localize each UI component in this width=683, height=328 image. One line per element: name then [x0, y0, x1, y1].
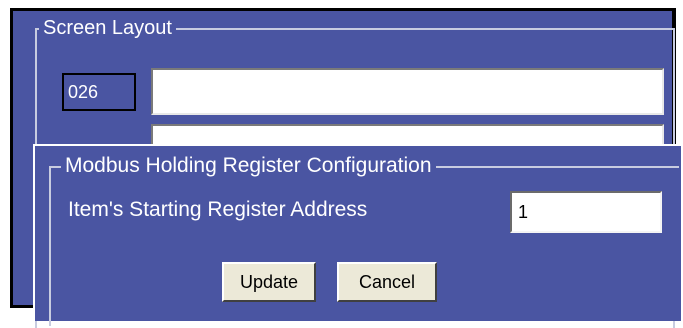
update-button[interactable]: Update	[222, 262, 316, 302]
modbus-config-legend: Modbus Holding Register Configuration	[61, 155, 436, 177]
cancel-button[interactable]: Cancel	[337, 262, 437, 302]
screen-layout-legend: Screen Layout	[39, 17, 176, 39]
starting-register-address-input[interactable]	[510, 191, 662, 233]
modbus-config-group	[49, 166, 679, 326]
screen-layout-window: Screen Layout 026 Modbus Holding Registe…	[10, 8, 681, 328]
item-id-box: 026	[62, 73, 136, 111]
starting-register-address-label: Item's Starting Register Address	[68, 198, 368, 221]
modbus-config-dialog: Modbus Holding Register Configuration It…	[33, 144, 681, 326]
screen-text-field-1[interactable]	[151, 68, 664, 115]
screen-text-field-2[interactable]	[151, 124, 664, 146]
